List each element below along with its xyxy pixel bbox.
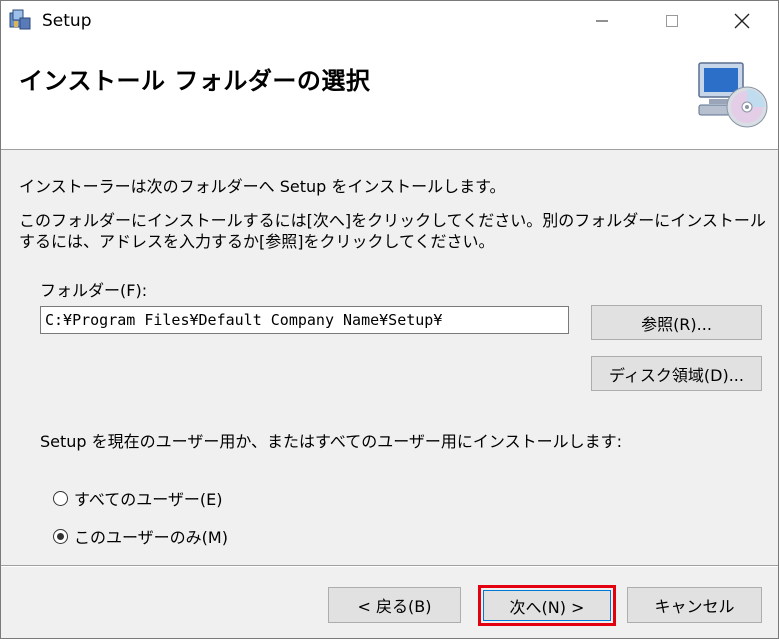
minimize-icon <box>596 20 608 22</box>
close-button[interactable] <box>707 1 777 41</box>
setup-window: Setup インストール フォルダーの選択 インストーラーは次のフォルダーへ S… <box>0 0 779 639</box>
folder-label: フォルダー(F): <box>40 281 148 300</box>
radio-all-users[interactable]: すべてのユーザー(E) <box>53 486 223 510</box>
instruction-text: このフォルダーにインストールするには[次へ]をクリックしてください。別のフォルダ… <box>19 211 766 251</box>
maximize-button[interactable] <box>637 1 707 41</box>
radio-dot <box>57 532 64 540</box>
header-banner: インストール フォルダーの選択 <box>1 41 778 150</box>
folder-path-input[interactable]: C:¥Program Files¥Default Company Name¥Se… <box>40 306 569 334</box>
page-title: インストール フォルダーの選択 <box>19 67 371 95</box>
title-bar: Setup <box>1 1 778 41</box>
disk-cost-button[interactable]: ディスク領域(D)... <box>591 356 762 391</box>
close-icon <box>734 13 750 29</box>
radio-just-me-label: このユーザーのみ(M) <box>74 528 228 547</box>
cancel-button[interactable]: キャンセル <box>627 587 762 623</box>
browse-button[interactable]: 参照(R)... <box>591 305 762 340</box>
install-scope-text: Setup を現在のユーザー用か、またはすべてのユーザー用にインストールします: <box>40 432 623 451</box>
intro-text: インストーラーは次のフォルダーへ Setup をインストールします。 <box>19 177 506 196</box>
computer-cd-icon <box>698 62 768 128</box>
back-button[interactable]: < 戻る(B) <box>328 587 461 623</box>
window-title: Setup <box>42 11 92 31</box>
radio-selected-icon[interactable] <box>53 528 68 544</box>
radio-unselected-icon[interactable] <box>53 490 68 506</box>
radio-all-users-label: すべてのユーザー(E) <box>74 490 223 509</box>
minimize-button[interactable] <box>567 1 637 41</box>
next-button[interactable]: 次へ(N) > <box>483 590 611 621</box>
footer-separator <box>1 565 778 567</box>
dialog-body: インストーラーは次のフォルダーへ Setup をインストールします。 このフォル… <box>1 150 778 565</box>
radio-just-me[interactable]: このユーザーのみ(M) <box>53 524 228 548</box>
installer-app-icon <box>9 9 31 30</box>
maximize-icon <box>666 15 678 27</box>
